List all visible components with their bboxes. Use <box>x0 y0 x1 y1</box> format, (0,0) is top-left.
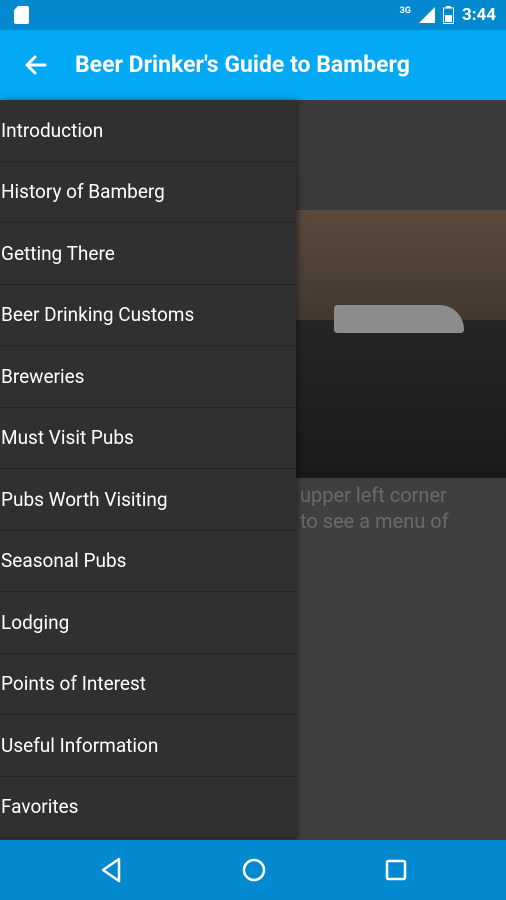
battery-icon <box>442 6 454 24</box>
intro-text: upper left corner to see a menu of <box>300 483 449 533</box>
status-right: 3G 3:44 <box>400 0 496 30</box>
drawer-item-points-of-interest[interactable]: Points of Interest <box>0 654 296 715</box>
navigation-drawer: Introduction History of Bamberg Getting … <box>0 100 296 840</box>
river <box>296 320 506 478</box>
drawer-item-introduction[interactable]: Introduction <box>0 100 296 162</box>
drawer-item-customs[interactable]: Beer Drinking Customs <box>0 285 296 346</box>
drawer-item-favorites[interactable]: Favorites <box>0 777 296 838</box>
page-title: Beer Drinker's Guide to Bamberg <box>75 51 410 78</box>
drawer-item-seasonal-pubs[interactable]: Seasonal Pubs <box>0 531 296 592</box>
clock: 3:44 <box>461 5 496 25</box>
back-arrow-icon[interactable] <box>20 50 50 80</box>
system-nav-bar <box>0 840 506 900</box>
sd-card-icon <box>14 6 29 24</box>
drawer-item-useful-information[interactable]: Useful Information <box>0 715 296 777</box>
drawer-item-must-visit-pubs[interactable]: Must Visit Pubs <box>0 408 296 469</box>
boat <box>334 305 464 333</box>
bamberg-photo <box>296 100 506 478</box>
recents-icon[interactable] <box>381 855 411 885</box>
home-icon[interactable] <box>239 855 269 885</box>
drawer-item-getting-there[interactable]: Getting There <box>0 223 296 285</box>
buildings <box>296 210 506 320</box>
status-bar: 3G 3:44 <box>0 0 506 30</box>
drawer-item-history[interactable]: History of Bamberg <box>0 162 296 223</box>
back-icon[interactable] <box>97 855 127 885</box>
drawer-item-breweries[interactable]: Breweries <box>0 346 296 408</box>
app-bar: Beer Drinker's Guide to Bamberg <box>0 30 506 100</box>
network-label: 3G <box>399 6 411 16</box>
drawer-item-lodging[interactable]: Lodging <box>0 592 296 654</box>
signal-icon <box>418 7 435 23</box>
drawer-item-pubs-worth-visiting[interactable]: Pubs Worth Visiting <box>0 469 296 531</box>
